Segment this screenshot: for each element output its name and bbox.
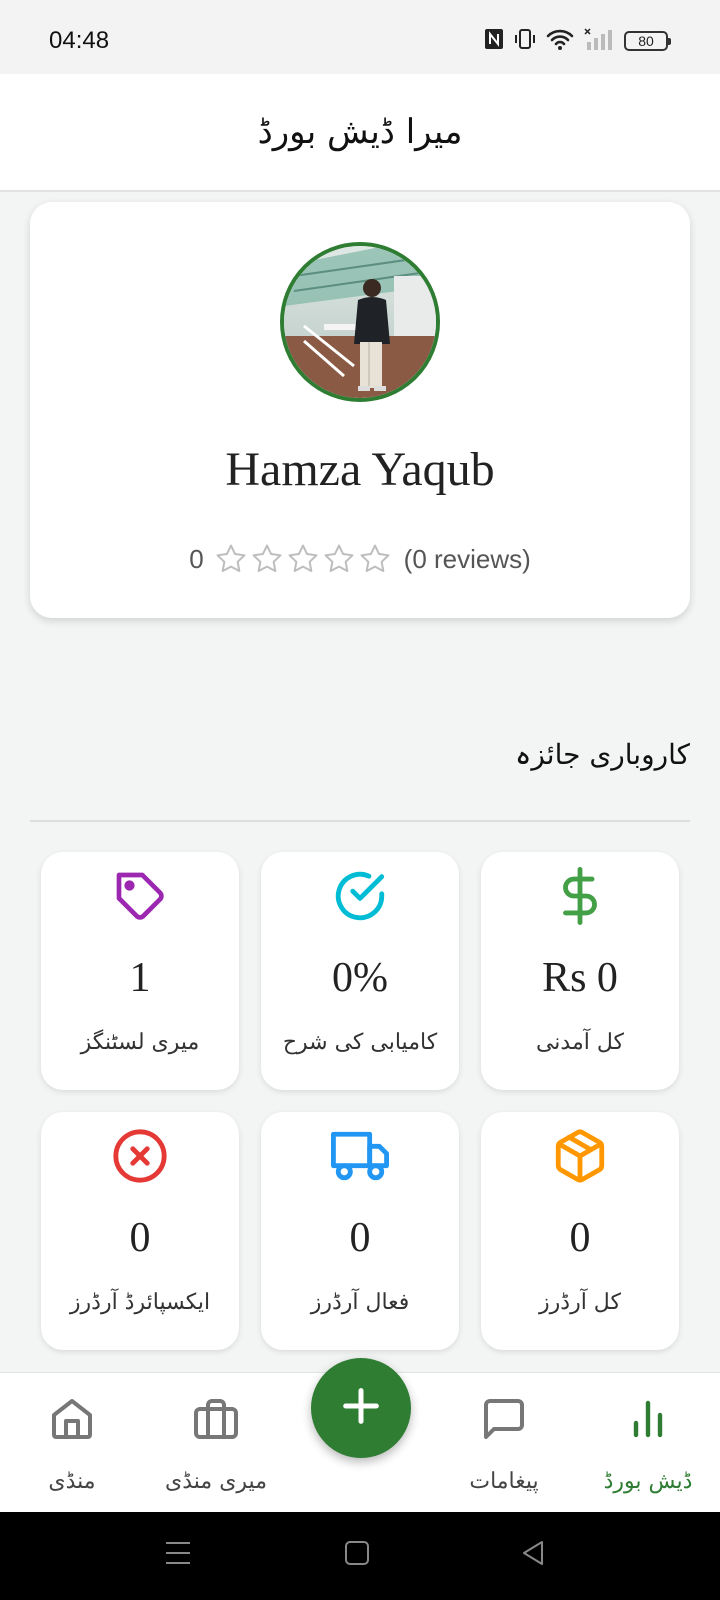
battery-icon: 80 — [624, 31, 671, 51]
status-time: 04:48 — [49, 27, 110, 54]
stat-value: Rs 0 — [542, 955, 618, 1001]
star-icon — [324, 544, 354, 573]
stat-value: 0 — [129, 1215, 151, 1261]
rating-value: 0 — [189, 543, 204, 574]
profile-name: Hamza Yaqub — [225, 443, 495, 496]
stat-label: کل آمدنی — [535, 1030, 625, 1055]
status-icons: 80 — [484, 28, 671, 54]
truck-icon — [261, 1126, 459, 1186]
rating-row: 0 (0 reviews) — [30, 542, 690, 576]
app-header: میرا ڈیش بورڈ — [0, 74, 720, 192]
nav-item-dashboard[interactable]: ڈیش بورڈ — [578, 1373, 718, 1513]
stat-card-expired-orders[interactable]: 0 ایکسپائرڈ آرڈرز — [41, 1112, 239, 1350]
stats-grid: 1 میری لسٹنگز 0% کامیابی کی شرح Rs 0 کل … — [41, 852, 680, 1350]
stat-card-success-rate[interactable]: 0% کامیابی کی شرح — [261, 852, 459, 1090]
reviews-count: (0 reviews) — [403, 543, 531, 574]
stat-label: ایکسپائرڈ آرڈرز — [69, 1290, 211, 1315]
package-icon — [481, 1126, 679, 1186]
stat-value: 0% — [332, 955, 388, 1001]
divider — [30, 820, 690, 822]
home-icon — [2, 1395, 142, 1443]
menu-icon[interactable] — [164, 1538, 192, 1572]
stat-card-my-listings[interactable]: 1 میری لسٹنگز — [41, 852, 239, 1090]
nav-item-my-mandi[interactable]: میری منڈی — [146, 1373, 286, 1513]
stat-card-total-orders[interactable]: 0 کل آرڈرز — [481, 1112, 679, 1350]
stat-label: میری لسٹنگز — [80, 1030, 200, 1055]
nav-label: منڈی — [48, 1469, 96, 1494]
star-icon — [216, 544, 246, 573]
stat-label: کامیابی کی شرح — [282, 1030, 438, 1055]
system-nav-bar — [0, 1512, 720, 1600]
signal-icon — [584, 28, 614, 54]
star-rating — [214, 542, 392, 576]
nav-label: پیغامات — [469, 1469, 539, 1494]
nav-item-messages[interactable]: پیغامات — [434, 1373, 574, 1513]
chat-icon — [434, 1395, 574, 1443]
section-title: کاروباری جائزہ — [514, 738, 690, 771]
star-icon — [360, 544, 390, 573]
stat-value: 1 — [129, 955, 151, 1001]
add-button[interactable] — [311, 1358, 411, 1458]
tag-icon — [41, 866, 239, 926]
stat-card-active-orders[interactable]: 0 فعال آرڈرز — [261, 1112, 459, 1350]
star-icon — [252, 544, 282, 573]
page-title: میرا ڈیش بورڈ — [257, 112, 463, 152]
avatar[interactable] — [280, 242, 440, 402]
plus-icon — [338, 1383, 384, 1433]
back-icon[interactable] — [520, 1538, 546, 1572]
nav-label: میری منڈی — [165, 1469, 267, 1494]
status-bar: 04:48 80 — [0, 0, 720, 74]
home-button-icon[interactable] — [344, 1538, 370, 1572]
stat-card-total-income[interactable]: Rs 0 کل آمدنی — [481, 852, 679, 1090]
nav-label: ڈیش بورڈ — [603, 1469, 693, 1494]
bar-chart-icon — [578, 1395, 718, 1443]
dollar-icon — [481, 866, 679, 926]
nfc-icon — [484, 28, 504, 54]
stat-value: 0 — [569, 1215, 591, 1261]
briefcase-icon — [146, 1395, 286, 1443]
nav-item-mandi[interactable]: منڈی — [2, 1373, 142, 1513]
stat-value: 0 — [349, 1215, 371, 1261]
star-icon — [288, 544, 318, 573]
vibrate-icon — [514, 28, 536, 54]
wifi-icon — [546, 28, 574, 54]
check-circle-icon — [261, 866, 459, 926]
stat-label: فعال آرڈرز — [310, 1290, 410, 1315]
stat-label: کل آرڈرز — [539, 1290, 621, 1315]
profile-card: Hamza Yaqub 0 (0 reviews) — [30, 202, 690, 618]
x-circle-icon — [41, 1126, 239, 1186]
